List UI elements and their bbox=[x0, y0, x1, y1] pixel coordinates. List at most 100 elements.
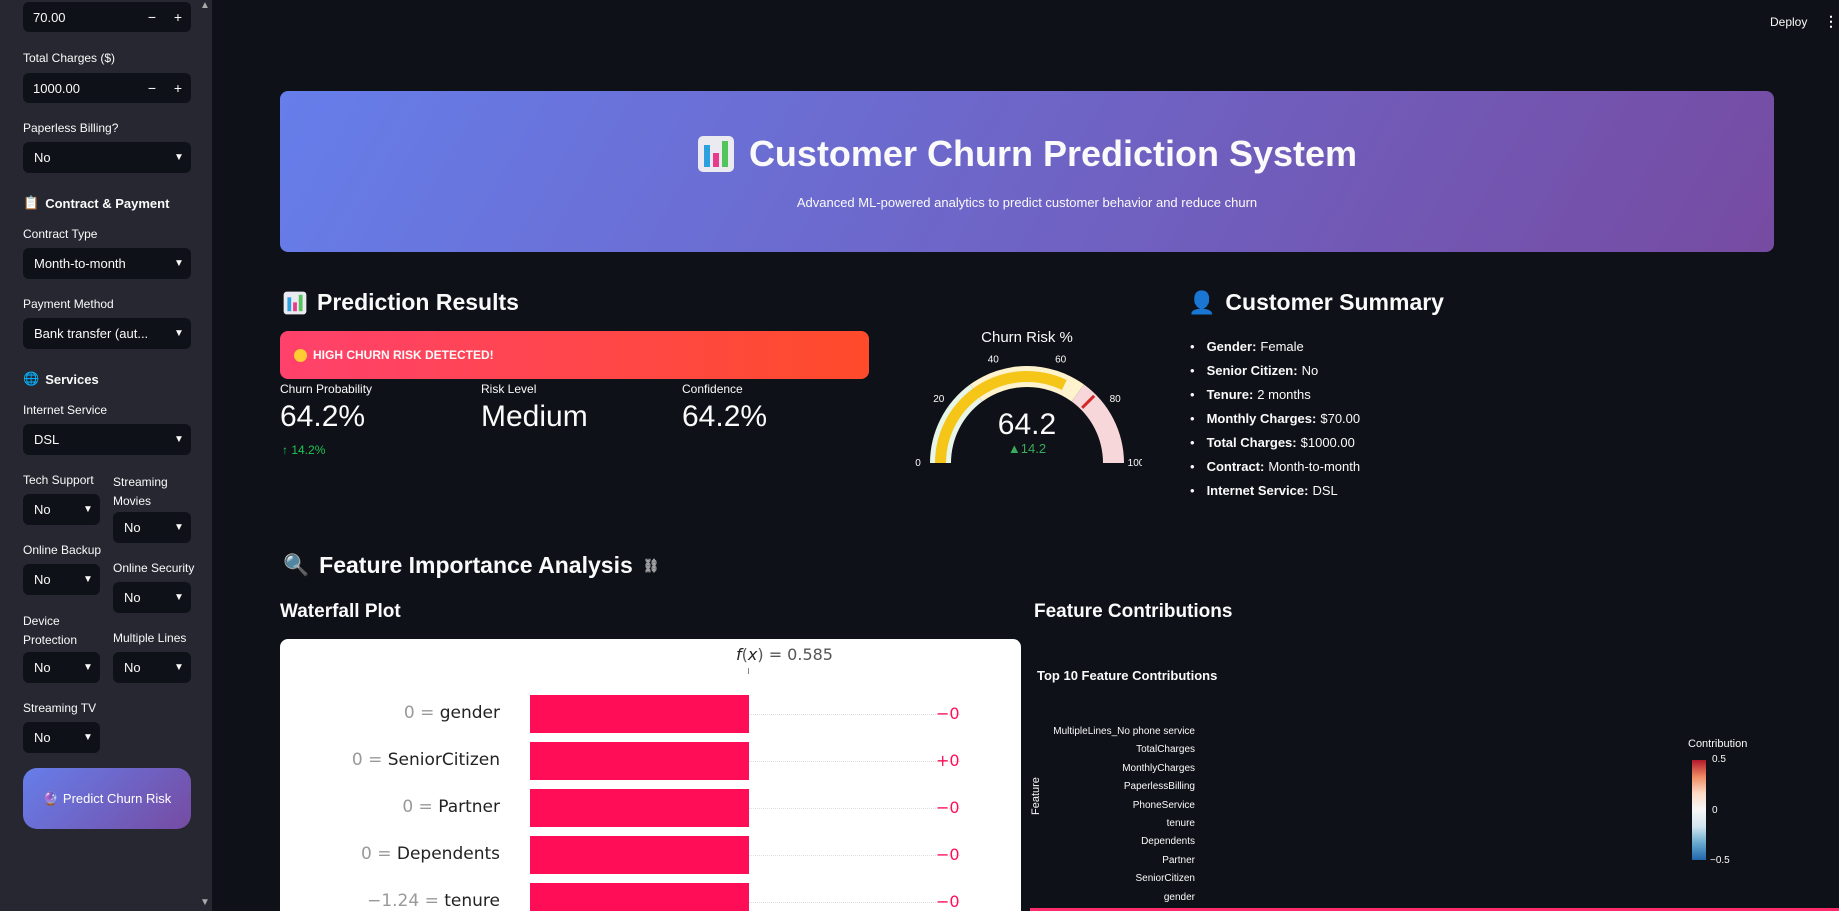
sidebar: ▲ 70.00 − + Total Charges ($) 1000.00 − … bbox=[0, 0, 212, 911]
waterfall-feature-label: −1.24 = tenure bbox=[367, 891, 500, 911]
waterfall-plot-heading: Waterfall Plot bbox=[280, 601, 401, 622]
waterfall-bar bbox=[530, 742, 749, 780]
decrement-button[interactable]: − bbox=[139, 80, 165, 96]
main-menu-icon[interactable]: ⋮ bbox=[1824, 13, 1838, 30]
chevron-down-icon: ▼ bbox=[83, 574, 93, 585]
multiple-lines-label: Multiple Lines bbox=[113, 631, 187, 645]
feature-tick-label: PaperlessBilling bbox=[1123, 781, 1195, 793]
chevron-down-icon: ▼ bbox=[174, 592, 184, 603]
services-section-heading: 🌐 Services bbox=[23, 371, 99, 387]
bar-chart-icon bbox=[283, 291, 307, 314]
fx-label: f(x) = 0.585 bbox=[736, 645, 833, 664]
churn-probability-value: 64.2% bbox=[280, 400, 366, 433]
paperless-billing-label: Paperless Billing? bbox=[23, 121, 119, 135]
select-value: No bbox=[34, 150, 51, 165]
churn-probability-label: Churn Probability bbox=[280, 382, 373, 396]
list-item: Monthly Charges:$70.00 bbox=[1190, 406, 1361, 430]
waterfall-feature-label: 0 = SeniorCitizen bbox=[352, 750, 500, 770]
chevron-down-icon: ▼ bbox=[174, 152, 184, 163]
summary-key: Senior Citizen: bbox=[1206, 362, 1298, 378]
streaming-movies-label: Streaming Movies bbox=[113, 475, 168, 508]
waterfall-feature-label: 0 = Partner bbox=[402, 797, 500, 817]
section-title: Services bbox=[45, 371, 99, 387]
select-value: No bbox=[124, 590, 141, 605]
deploy-button[interactable]: Deploy bbox=[1770, 15, 1807, 29]
list-item: Internet Service:DSL bbox=[1190, 478, 1360, 502]
device-protection-select[interactable]: No ▼ bbox=[23, 652, 100, 683]
user-icon: 👤 bbox=[1188, 289, 1216, 315]
select-value: No bbox=[34, 572, 51, 587]
feature-tick-label: MonthlyCharges bbox=[1122, 762, 1195, 774]
increment-button[interactable]: + bbox=[165, 80, 191, 96]
online-backup-select[interactable]: No ▼ bbox=[23, 564, 100, 595]
monthly-charges-input[interactable]: 70.00 − + bbox=[23, 2, 191, 32]
heading-text: Customer Summary bbox=[1225, 289, 1444, 315]
waterfall-feature-label: 0 = gender bbox=[404, 703, 500, 723]
gauge-tick-label: 20 bbox=[933, 394, 945, 405]
streaming-tv-select[interactable]: No ▼ bbox=[23, 722, 100, 753]
increment-button[interactable]: + bbox=[165, 9, 191, 25]
chevron-down-icon: ▼ bbox=[174, 328, 184, 339]
feature-tick-label: Partner bbox=[1162, 854, 1195, 866]
tech-support-select[interactable]: No ▼ bbox=[23, 494, 100, 525]
online-security-select[interactable]: No ▼ bbox=[113, 582, 191, 613]
total-charges-input[interactable]: 1000.00 − + bbox=[23, 73, 191, 103]
colorbar-title: Contribution bbox=[1688, 738, 1748, 750]
gauge-tick-label: 60 bbox=[1055, 354, 1067, 365]
waterfall-bar bbox=[530, 789, 749, 827]
multiple-lines-select[interactable]: No ▼ bbox=[113, 652, 191, 683]
chevron-down-icon[interactable]: ▼ bbox=[200, 897, 210, 908]
summary-key: Contract: bbox=[1206, 458, 1265, 474]
select-value: No bbox=[34, 730, 51, 745]
gauge-tick-label: 100 bbox=[1128, 458, 1142, 469]
payment-method-select[interactable]: Bank transfer (aut... ▼ bbox=[23, 318, 191, 349]
link-icon[interactable]: ⛓ bbox=[643, 558, 660, 574]
tech-support-label: Tech Support bbox=[23, 473, 94, 487]
gauge-title: Churn Risk % bbox=[981, 329, 1073, 346]
total-charges-value[interactable]: 1000.00 bbox=[33, 81, 139, 96]
feature-name: Dependents bbox=[396, 844, 500, 864]
scroll-up-icon[interactable]: ▲ bbox=[200, 0, 210, 11]
streaming-movies-select[interactable]: No ▼ bbox=[113, 512, 191, 543]
feature-tick-label: Dependents bbox=[1141, 836, 1195, 848]
heading-text: Feature Importance Analysis bbox=[319, 552, 633, 578]
chevron-down-icon: ▼ bbox=[174, 662, 184, 673]
page-title: Customer Churn Prediction System bbox=[280, 133, 1774, 175]
monthly-charges-value[interactable]: 70.00 bbox=[33, 10, 139, 25]
churn-risk-gauge: Churn Risk % 64.2 ▲14.2 0 20 40 60 80 100 bbox=[915, 329, 1142, 469]
high-risk-alert: HIGH CHURN RISK DETECTED! bbox=[280, 331, 869, 379]
feature-name: tenure bbox=[444, 891, 500, 911]
customer-summary-list: Gender:Female Senior Citizen:No Tenure:2… bbox=[1190, 334, 1361, 502]
predict-churn-button[interactable]: 🔮 Predict Churn Risk bbox=[23, 768, 191, 829]
summary-value: $1000.00 bbox=[1300, 434, 1355, 450]
chevron-down-icon: ▼ bbox=[174, 258, 184, 269]
contribution-label: −0 bbox=[936, 704, 960, 723]
contribution-label: +0 bbox=[936, 751, 960, 770]
summary-key: Gender: bbox=[1206, 338, 1257, 354]
internet-service-select[interactable]: DSL ▼ bbox=[23, 424, 191, 455]
feature-name: Partner bbox=[438, 797, 500, 817]
summary-value: $70.00 bbox=[1320, 410, 1361, 426]
warning-dot-icon bbox=[294, 348, 307, 362]
summary-value: Month-to-month bbox=[1268, 458, 1361, 474]
feature-tick-label: SeniorCitizen bbox=[1135, 873, 1195, 885]
device-protection-label: Device Protection bbox=[23, 614, 78, 647]
button-label: Predict Churn Risk bbox=[62, 790, 172, 806]
online-security-label: Online Security bbox=[113, 561, 195, 575]
feature-value: −1.24 = bbox=[367, 891, 439, 911]
select-value: No bbox=[34, 660, 51, 675]
contract-type-select[interactable]: Month-to-month ▼ bbox=[23, 248, 191, 279]
colorbar bbox=[1692, 760, 1706, 860]
paperless-billing-select[interactable]: No ▼ bbox=[23, 142, 191, 173]
feature-name: gender bbox=[439, 703, 500, 723]
y-axis-label: Feature bbox=[1030, 777, 1042, 815]
gauge-delta: ▲14.2 bbox=[1008, 441, 1046, 456]
summary-key: Tenure: bbox=[1206, 386, 1254, 402]
waterfall-bar bbox=[530, 695, 749, 733]
decrement-button[interactable]: − bbox=[139, 9, 165, 25]
risk-level-value: Medium bbox=[481, 400, 588, 433]
feature-tick-label: TotalCharges bbox=[1136, 744, 1195, 756]
feature-value: 0 = bbox=[403, 703, 435, 723]
summary-value: Female bbox=[1260, 338, 1304, 354]
list-item: Total Charges:$1000.00 bbox=[1190, 430, 1360, 454]
